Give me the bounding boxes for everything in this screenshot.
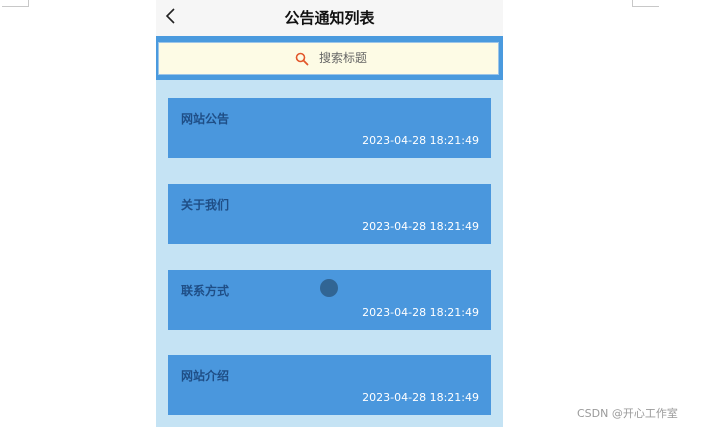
notice-time: 2023-04-28 18:21:49 bbox=[362, 391, 479, 404]
notice-item[interactable]: 关于我们 2023-04-28 18:21:49 bbox=[168, 184, 491, 244]
notice-time: 2023-04-28 18:21:49 bbox=[362, 306, 479, 319]
notice-item[interactable]: 网站公告 2023-04-28 18:21:49 bbox=[168, 98, 491, 158]
search-icon bbox=[295, 52, 309, 66]
notice-title: 网站公告 bbox=[181, 112, 230, 126]
notice-title: 网站介绍 bbox=[181, 369, 230, 383]
notice-time: 2023-04-28 18:21:49 bbox=[362, 220, 479, 233]
page-corner-mark bbox=[2, 0, 29, 7]
search-bar: 搜索标题 bbox=[156, 36, 503, 80]
phone-screen: 公告通知列表 搜索标题 网站公告 2023-04-28 18:21:49 关于我… bbox=[156, 0, 503, 427]
notice-item[interactable]: 网站介绍 2023-04-28 18:21:49 bbox=[168, 355, 491, 415]
search-input[interactable]: 搜索标题 bbox=[158, 42, 499, 75]
notice-title: 关于我们 bbox=[181, 198, 230, 212]
notice-title: 联系方式 bbox=[181, 284, 230, 298]
watermark: CSDN @开心工作室 bbox=[577, 407, 678, 420]
page-corner-mark bbox=[632, 0, 659, 7]
back-button[interactable] bbox=[162, 6, 182, 28]
notice-time: 2023-04-28 18:21:49 bbox=[362, 134, 479, 147]
chevron-left-icon bbox=[165, 8, 175, 24]
nav-bar: 公告通知列表 bbox=[156, 0, 503, 36]
touch-cursor-indicator bbox=[320, 279, 338, 297]
search-placeholder: 搜索标题 bbox=[319, 51, 368, 65]
page-title: 公告通知列表 bbox=[284, 9, 375, 27]
